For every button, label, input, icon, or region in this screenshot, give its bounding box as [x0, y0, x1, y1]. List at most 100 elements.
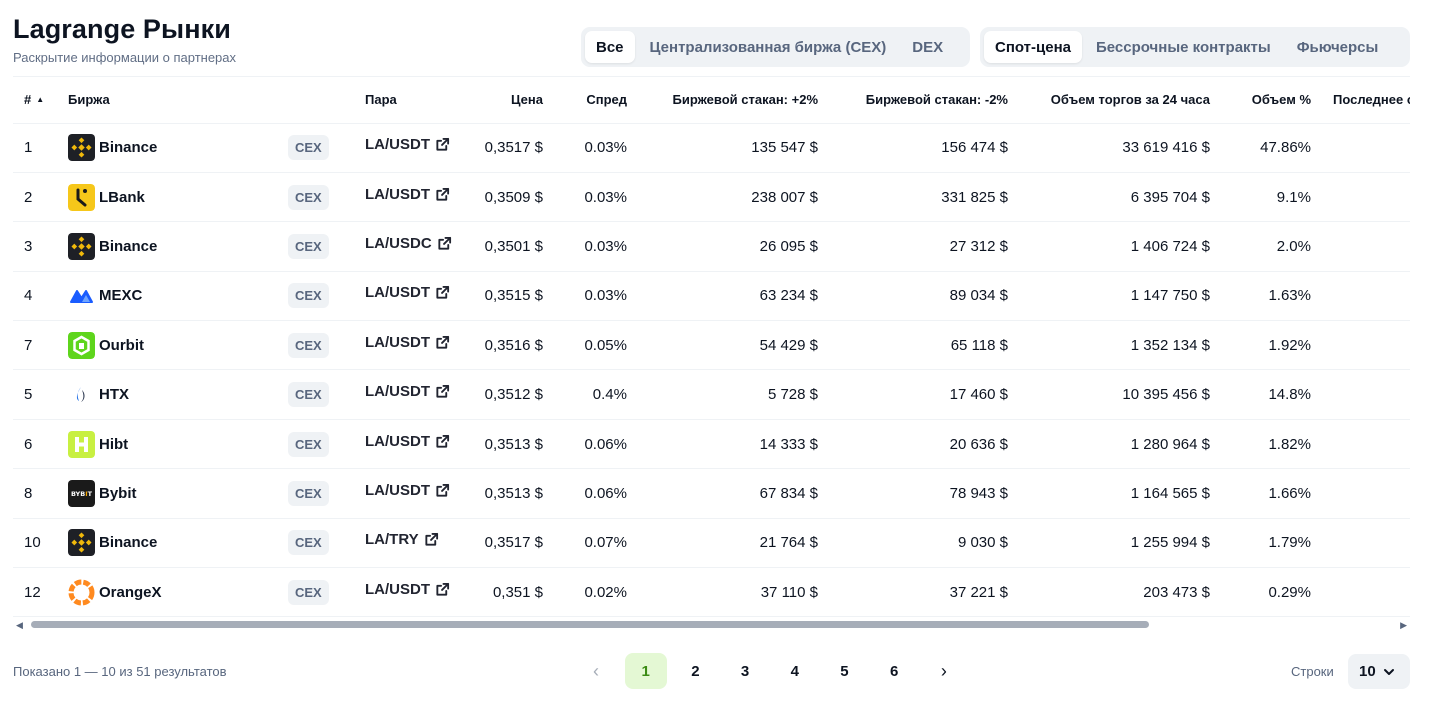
- pair-link[interactable]: LA/USDT: [365, 433, 450, 450]
- pair-link[interactable]: LA/TRY: [365, 531, 439, 548]
- filter-cex[interactable]: Централизованная биржа (CEX): [639, 31, 898, 63]
- col-rank-header[interactable]: # ▲: [13, 77, 68, 124]
- cell-rank: 2: [13, 172, 68, 223]
- external-link-icon[interactable]: [435, 483, 450, 498]
- filter-futures[interactable]: Фьючерсы: [1286, 31, 1390, 63]
- filter-dex[interactable]: DEX: [901, 31, 954, 63]
- table-row[interactable]: 6 Hibt CEX LA/USDT 0,3513 $0.06% 14 333 $20 6…: [13, 419, 1410, 470]
- table-row[interactable]: 4 MEXC CEX LA/USDT 0,3515 $0.03% 63 234 $89 0…: [13, 271, 1410, 322]
- pair-label: LA/USDT: [365, 432, 430, 450]
- col-price-header[interactable]: Цена: [471, 77, 543, 124]
- exchange-link[interactable]: HTX: [68, 381, 288, 408]
- cell-pair: LA/TRY: [365, 518, 471, 569]
- pair-link[interactable]: LA/USDT: [365, 482, 450, 499]
- page-5-button[interactable]: 5: [823, 653, 865, 689]
- cell-volume-pct: 14.8%: [1210, 369, 1311, 420]
- external-link-icon[interactable]: [435, 434, 450, 449]
- col-spread-header[interactable]: Спред: [543, 77, 627, 124]
- page-2-button[interactable]: 2: [674, 653, 716, 689]
- pagination: ‹ 1 2 3 4 5 6 ›: [575, 653, 973, 689]
- exchange-link[interactable]: BYBIT Bybit: [68, 479, 288, 507]
- page-4-button[interactable]: 4: [774, 653, 816, 689]
- rows-per-page-select[interactable]: 10: [1348, 654, 1410, 689]
- markets-table-container: # ▲ Биржа Пара Цена Спред Биржевой стакан…: [13, 76, 1410, 617]
- cell-last-updated: [1311, 468, 1410, 519]
- page-1-button[interactable]: 1: [624, 653, 667, 689]
- exchange-link[interactable]: Binance: [68, 134, 288, 162]
- exchange-link[interactable]: Binance: [68, 232, 288, 260]
- scroll-right-icon[interactable]: ▶: [1400, 620, 1407, 631]
- cell-pair: LA/USDT: [365, 419, 471, 470]
- external-link-icon[interactable]: [435, 137, 450, 152]
- cell-spread: 0.03%: [543, 172, 627, 223]
- cell-price: 0,3513 $: [471, 419, 543, 470]
- table-row[interactable]: 1 Binance CEX LA/USDT 0,3517 $0.03% 135 547 $…: [13, 123, 1410, 173]
- cell-price: 0,3517 $: [471, 518, 543, 569]
- cell-type: CEX: [288, 221, 365, 272]
- external-link-icon[interactable]: [435, 335, 450, 350]
- pair-link[interactable]: LA/USDT: [365, 186, 450, 203]
- cell-volume-pct: 1.82%: [1210, 419, 1311, 470]
- cell-depth-minus: 17 460 $: [818, 369, 1008, 420]
- pair-link[interactable]: LA/USDT: [365, 136, 450, 153]
- col-last-updated-header[interactable]: Последнее о: [1311, 77, 1410, 124]
- table-row[interactable]: 8 BYBIT Bybit CEX LA/USDT 0,3513 $0.06% 67 834…: [13, 468, 1410, 519]
- table-row[interactable]: 3 Binance CEX LA/USDC 0,3501 $0.03% 26 095 $2…: [13, 221, 1410, 272]
- pair-link[interactable]: LA/USDT: [365, 383, 450, 400]
- external-link-icon[interactable]: [435, 285, 450, 300]
- exchange-name: Binance: [99, 534, 158, 552]
- filter-all[interactable]: Все: [585, 31, 635, 63]
- external-link-icon[interactable]: [437, 236, 452, 251]
- table-row[interactable]: 12 OrangeX CEX LA/USDT 0,351 $0.02% 37 110 $3…: [13, 567, 1410, 617]
- cell-depth-plus: 14 333 $: [627, 419, 818, 470]
- external-link-icon[interactable]: [435, 384, 450, 399]
- cell-volume: 10 395 456 $: [1008, 369, 1210, 420]
- exchange-link[interactable]: MEXC: [68, 282, 288, 309]
- horizontal-scrollbar[interactable]: ◀ ▶: [13, 617, 1410, 633]
- cell-volume: 1 164 565 $: [1008, 468, 1210, 519]
- exchange-link[interactable]: LBank: [68, 183, 288, 211]
- col-pair-header[interactable]: Пара: [365, 77, 471, 124]
- exchange-link[interactable]: Hibt: [68, 430, 288, 458]
- binance-icon: [68, 134, 95, 162]
- external-link-icon[interactable]: [435, 187, 450, 202]
- page-3-button[interactable]: 3: [724, 653, 766, 689]
- binance-icon: [68, 529, 95, 557]
- pair-link[interactable]: LA/USDC: [365, 235, 452, 252]
- table-row[interactable]: 2 LBank CEX LA/USDT 0,3509 $0.03% 238 007 $33…: [13, 172, 1410, 223]
- col-depth-minus-header[interactable]: Биржевой стакан: -2%: [818, 77, 1008, 124]
- col-volume-pct-header[interactable]: Объем %: [1210, 77, 1311, 124]
- scroll-left-icon[interactable]: ◀: [16, 620, 23, 631]
- next-page-icon[interactable]: ›: [923, 653, 965, 689]
- filter-spot[interactable]: Спот-цена: [984, 31, 1082, 63]
- external-link-icon[interactable]: [435, 582, 450, 597]
- table-row[interactable]: 7 Ourbit CEX LA/USDT 0,3516 $0.05% 54 429 $65…: [13, 320, 1410, 371]
- pair-link[interactable]: LA/USDT: [365, 284, 450, 301]
- exchange-link[interactable]: OrangeX: [68, 579, 288, 606]
- col-exchange-header[interactable]: Биржа: [68, 77, 288, 124]
- col-volume-header[interactable]: Объем торгов за 24 часа: [1008, 77, 1210, 124]
- cell-type: CEX: [288, 172, 365, 223]
- page-6-button[interactable]: 6: [873, 653, 915, 689]
- pair-link[interactable]: LA/USDT: [365, 581, 450, 598]
- external-link-icon[interactable]: [424, 532, 439, 547]
- scrollbar-thumb[interactable]: [31, 621, 1149, 628]
- table-row[interactable]: 5 HTX CEX LA/USDT 0,3512 $0.4% 5 728 $17 460 …: [13, 369, 1410, 420]
- cell-volume-pct: 2.0%: [1210, 221, 1311, 272]
- cell-exchange: HTX: [68, 369, 288, 420]
- cell-price: 0,351 $: [471, 567, 543, 617]
- exchange-link[interactable]: Ourbit: [68, 331, 288, 359]
- filter-perpetual[interactable]: Бессрочные контракты: [1085, 31, 1282, 63]
- cell-depth-minus: 37 221 $: [818, 567, 1008, 617]
- col-type-header: [288, 77, 365, 124]
- col-depth-plus-header[interactable]: Биржевой стакан: +2%: [627, 77, 818, 124]
- pair-link[interactable]: LA/USDT: [365, 334, 450, 351]
- page-subtitle: Раскрытие информации о партнерах: [13, 50, 237, 65]
- cell-rank: 4: [13, 271, 68, 322]
- table-row[interactable]: 10 Binance CEX LA/TRY 0,3517 $0.07% 21 764 $9…: [13, 518, 1410, 569]
- cell-exchange: Binance: [68, 221, 288, 272]
- exchange-link[interactable]: Binance: [68, 529, 288, 557]
- cell-rank: 12: [13, 567, 68, 617]
- prev-page-icon[interactable]: ‹: [575, 653, 617, 689]
- cell-type: CEX: [288, 369, 365, 420]
